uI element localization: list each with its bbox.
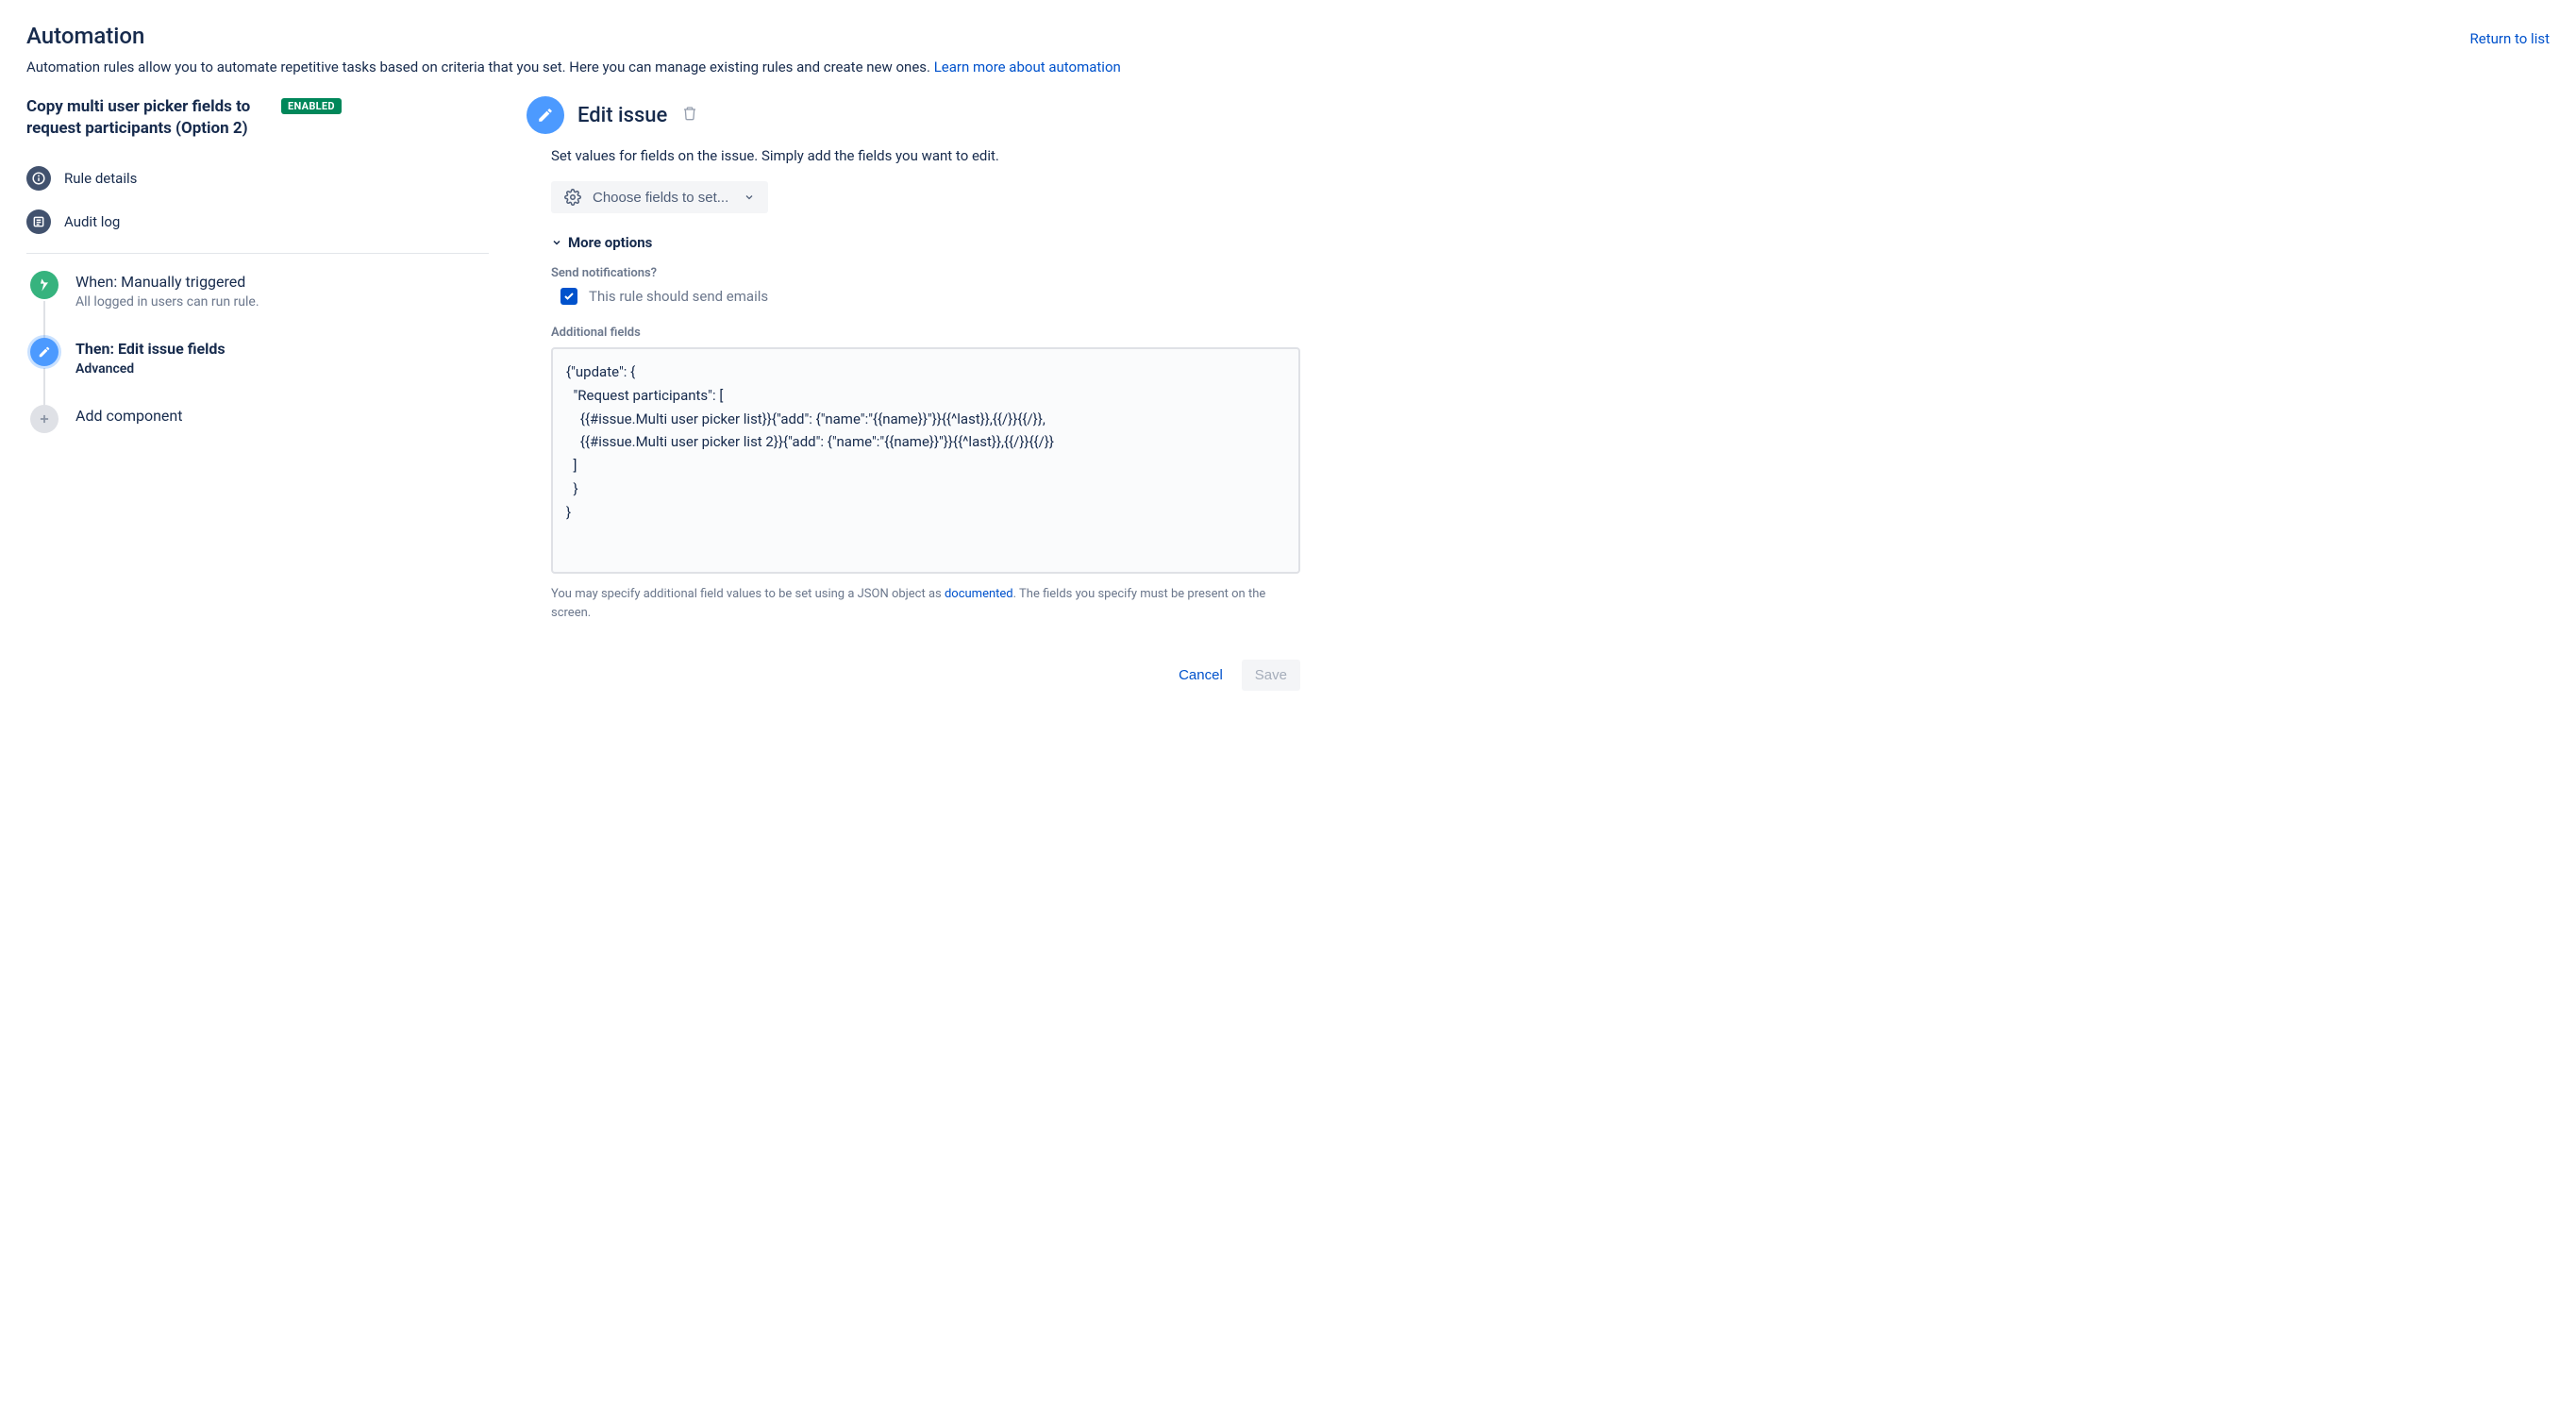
status-badge: ENABLED	[281, 98, 342, 114]
chevron-down-icon	[551, 237, 562, 248]
step-title: Add component	[75, 407, 182, 425]
panel-description: Set values for fields on the issue. Simp…	[551, 147, 1300, 164]
nav-rule-details[interactable]: Rule details	[26, 157, 489, 200]
trigger-icon	[30, 271, 59, 299]
pencil-icon	[527, 96, 564, 134]
additional-fields-label: Additional fields	[551, 326, 1300, 340]
chevron-down-icon	[744, 192, 755, 203]
return-to-list-link[interactable]: Return to list	[2470, 30, 2550, 47]
trash-icon[interactable]	[682, 106, 697, 125]
save-button[interactable]: Save	[1242, 660, 1300, 691]
step-title: When: Manually triggered	[75, 273, 259, 291]
notifications-checkbox[interactable]	[560, 288, 577, 305]
more-options-toggle[interactable]: More options	[551, 234, 1300, 251]
rule-sidebar: Copy multi user picker fields to request…	[26, 96, 489, 691]
nav-label: Rule details	[64, 170, 137, 187]
list-icon	[26, 209, 51, 234]
intro-text: Automation rules allow you to automate r…	[26, 59, 2550, 75]
divider	[26, 253, 489, 254]
additional-fields-help: You may specify additional field values …	[551, 585, 1300, 622]
plus-icon	[30, 405, 59, 433]
page-title: Automation	[26, 23, 144, 49]
help-pre: You may specify additional field values …	[551, 587, 945, 601]
step-add-component[interactable]: Add component	[30, 405, 489, 461]
more-options-label: More options	[568, 234, 652, 251]
additional-fields-textarea[interactable]	[551, 347, 1300, 574]
gear-icon	[564, 189, 581, 206]
step-subtitle: All logged in users can run rule.	[75, 294, 259, 310]
info-icon	[26, 166, 51, 191]
choose-fields-button[interactable]: Choose fields to set...	[551, 181, 768, 213]
step-subtitle: Advanced	[75, 361, 226, 377]
step-title: Then: Edit issue fields	[75, 340, 226, 358]
nav-audit-log[interactable]: Audit log	[26, 200, 489, 243]
notifications-label: Send notifications?	[551, 266, 1300, 280]
step-trigger[interactable]: When: Manually triggered All logged in u…	[30, 271, 489, 338]
edit-issue-panel: Edit issue Set values for fields on the …	[527, 96, 1300, 691]
cancel-button[interactable]: Cancel	[1165, 660, 1236, 691]
intro-copy: Automation rules allow you to automate r…	[26, 59, 934, 75]
step-action[interactable]: Then: Edit issue fields Advanced	[30, 338, 489, 405]
pencil-icon	[30, 338, 59, 366]
check-icon	[563, 291, 575, 302]
choose-fields-label: Choose fields to set...	[593, 190, 728, 206]
panel-title: Edit issue	[577, 104, 667, 127]
nav-label: Audit log	[64, 213, 120, 230]
notifications-check-label: This rule should send emails	[589, 288, 768, 305]
learn-more-link[interactable]: Learn more about automation	[934, 59, 1121, 75]
documented-link[interactable]: documented	[945, 587, 1013, 601]
rule-name: Copy multi user picker fields to request…	[26, 96, 272, 140]
